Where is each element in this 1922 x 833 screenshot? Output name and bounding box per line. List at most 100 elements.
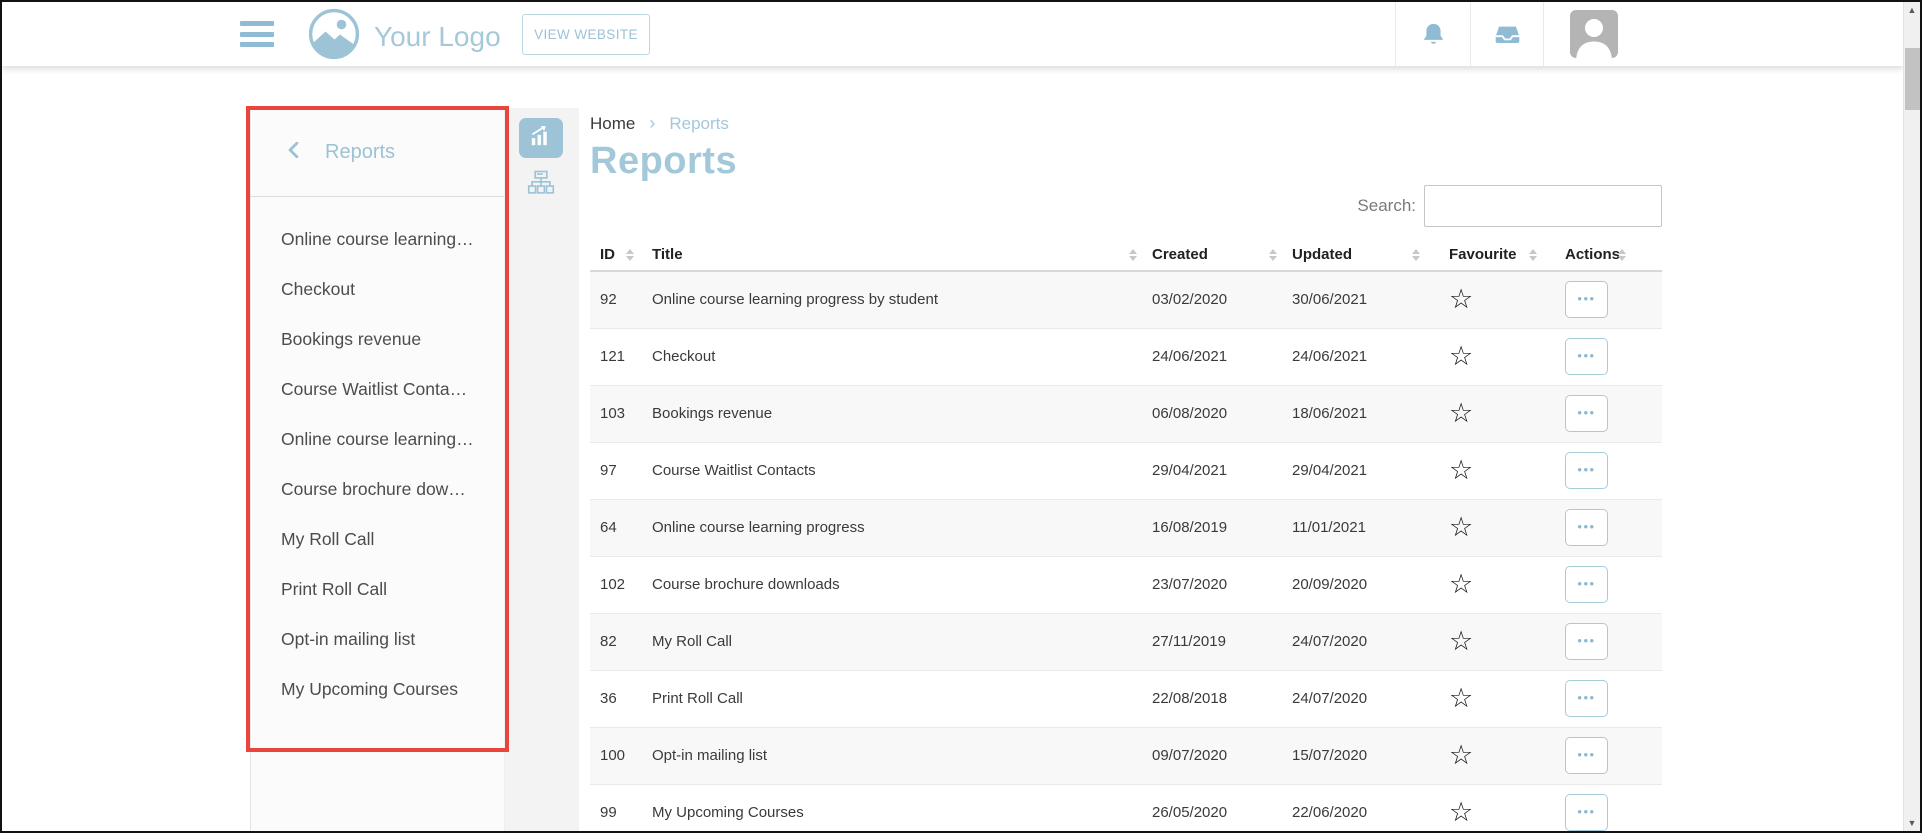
cell-id: 102: [590, 556, 642, 613]
row-actions-button[interactable]: •••: [1565, 623, 1608, 660]
search-input[interactable]: [1424, 185, 1662, 227]
search-bar: Search:: [590, 185, 1662, 227]
sidebar-report-list: Online course learning… Checkout Booking…: [251, 214, 504, 714]
sort-icon[interactable]: [1269, 249, 1277, 261]
favourite-star-icon[interactable]: ☆: [1449, 628, 1473, 655]
row-actions-button[interactable]: •••: [1565, 281, 1608, 318]
favourite-star-icon[interactable]: ☆: [1449, 571, 1473, 598]
scrollbar-thumb[interactable]: [1905, 48, 1920, 110]
table-row[interactable]: 92 Online course learning progress by st…: [590, 271, 1662, 328]
column-label: Created: [1152, 246, 1208, 263]
sidebar-report-item[interactable]: Bookings revenue: [251, 314, 504, 364]
row-actions-button[interactable]: •••: [1565, 794, 1608, 831]
logo[interactable]: Your Logo: [308, 8, 501, 65]
logo-text: Your Logo: [374, 11, 501, 63]
breadcrumb: Home › Reports: [590, 113, 1662, 134]
column-header-title[interactable]: Title: [642, 239, 1145, 271]
sidebar-report-item[interactable]: Course Waitlist Conta…: [251, 364, 504, 414]
cell-id: 99: [590, 784, 642, 833]
table-row[interactable]: 100 Opt-in mailing list 09/07/2020 15/07…: [590, 727, 1662, 784]
favourite-star-icon[interactable]: ☆: [1449, 457, 1473, 484]
cell-actions: •••: [1545, 442, 1662, 499]
cell-actions: •••: [1545, 385, 1662, 442]
cell-id: 103: [590, 385, 642, 442]
table-body: 92 Online course learning progress by st…: [590, 271, 1662, 833]
favourite-star-icon[interactable]: ☆: [1449, 400, 1473, 427]
avatar-container: [1544, 2, 1618, 66]
row-actions-button[interactable]: •••: [1565, 680, 1608, 717]
sidebar-report-item[interactable]: Course brochure dow…: [251, 464, 504, 514]
favourite-star-icon[interactable]: ☆: [1449, 685, 1473, 712]
cell-favourite: ☆: [1428, 727, 1545, 784]
scroll-down-arrow-icon[interactable]: ▼: [1904, 815, 1920, 831]
row-actions-button[interactable]: •••: [1565, 395, 1608, 432]
row-actions-button[interactable]: •••: [1565, 509, 1608, 546]
favourite-star-icon[interactable]: ☆: [1449, 799, 1473, 826]
sort-icon[interactable]: [626, 249, 634, 261]
sort-icon[interactable]: [1618, 249, 1626, 261]
cell-updated: 24/07/2020: [1285, 670, 1428, 727]
sidebar-report-item[interactable]: Opt-in mailing list: [251, 614, 504, 664]
sidebar-report-item[interactable]: Checkout: [251, 264, 504, 314]
cell-actions: •••: [1545, 784, 1662, 833]
column-header-favourite[interactable]: Favourite: [1428, 239, 1545, 271]
vertical-scrollbar[interactable]: ▲ ▼: [1903, 2, 1920, 831]
table-row[interactable]: 103 Bookings revenue 06/08/2020 18/06/20…: [590, 385, 1662, 442]
breadcrumb-home-link[interactable]: Home: [590, 114, 635, 134]
table-row[interactable]: 82 My Roll Call 27/11/2019 24/07/2020 ☆ …: [590, 613, 1662, 670]
sidebar-report-item[interactable]: Online course learning…: [251, 214, 504, 264]
table-row[interactable]: 99 My Upcoming Courses 26/05/2020 22/06/…: [590, 784, 1662, 833]
sort-icon[interactable]: [1412, 249, 1420, 261]
cell-updated: 22/06/2020: [1285, 784, 1428, 833]
reports-chart-tab[interactable]: [519, 118, 563, 158]
inbox-icon[interactable]: [1471, 2, 1543, 66]
row-actions-button[interactable]: •••: [1565, 737, 1608, 774]
cell-id: 100: [590, 727, 642, 784]
favourite-star-icon[interactable]: ☆: [1449, 514, 1473, 541]
cell-title: My Upcoming Courses: [642, 784, 1145, 833]
sitemap-tab[interactable]: [527, 168, 555, 201]
sidebar-report-item[interactable]: Online course learning…: [251, 414, 504, 464]
favourite-star-icon[interactable]: ☆: [1449, 286, 1473, 313]
table-row[interactable]: 121 Checkout 24/06/2021 24/06/2021 ☆ •••: [590, 328, 1662, 385]
sidebar-report-item[interactable]: My Upcoming Courses: [251, 664, 504, 714]
reports-sidebar: Reports Online course learning… Checkout…: [250, 108, 505, 831]
table-row[interactable]: 102 Course brochure downloads 23/07/2020…: [590, 556, 1662, 613]
cell-id: 97: [590, 442, 642, 499]
table-row[interactable]: 97 Course Waitlist Contacts 29/04/2021 2…: [590, 442, 1662, 499]
sidebar-report-item[interactable]: Print Roll Call: [251, 564, 504, 614]
row-actions-button[interactable]: •••: [1565, 452, 1608, 489]
column-header-actions[interactable]: Actions: [1545, 239, 1662, 271]
search-label: Search:: [1357, 196, 1416, 216]
cell-updated: 20/09/2020: [1285, 556, 1428, 613]
sidebar-header[interactable]: Reports: [251, 108, 504, 197]
scroll-up-arrow-icon[interactable]: ▲: [1904, 2, 1920, 18]
column-label: Actions: [1565, 246, 1620, 263]
favourite-star-icon[interactable]: ☆: [1449, 742, 1473, 769]
cell-actions: •••: [1545, 613, 1662, 670]
user-avatar[interactable]: [1570, 10, 1618, 58]
row-actions-button[interactable]: •••: [1565, 338, 1608, 375]
column-header-id[interactable]: ID: [590, 239, 642, 271]
view-website-button[interactable]: VIEW WEBSITE: [522, 14, 650, 55]
sidebar-report-item[interactable]: My Roll Call: [251, 514, 504, 564]
column-header-created[interactable]: Created: [1145, 239, 1285, 271]
table-row[interactable]: 36 Print Roll Call 22/08/2018 24/07/2020…: [590, 670, 1662, 727]
hamburger-bar: [240, 42, 274, 47]
hamburger-menu-icon[interactable]: [240, 21, 274, 47]
ellipsis-icon: •••: [1577, 748, 1595, 761]
column-header-updated[interactable]: Updated: [1285, 239, 1428, 271]
cell-created: 06/08/2020: [1145, 385, 1285, 442]
cell-favourite: ☆: [1428, 784, 1545, 833]
cell-updated: 24/07/2020: [1285, 613, 1428, 670]
column-label: Title: [652, 246, 683, 263]
sort-icon[interactable]: [1129, 249, 1137, 261]
cell-id: 121: [590, 328, 642, 385]
row-actions-button[interactable]: •••: [1565, 566, 1608, 603]
favourite-star-icon[interactable]: ☆: [1449, 343, 1473, 370]
app-window: Your Logo VIEW WEBSITE: [0, 0, 1922, 833]
table-row[interactable]: 64 Online course learning progress 16/08…: [590, 499, 1662, 556]
top-bar: Your Logo VIEW WEBSITE: [2, 2, 1903, 66]
notifications-bell-icon[interactable]: [1396, 2, 1470, 66]
sort-icon[interactable]: [1529, 249, 1537, 261]
